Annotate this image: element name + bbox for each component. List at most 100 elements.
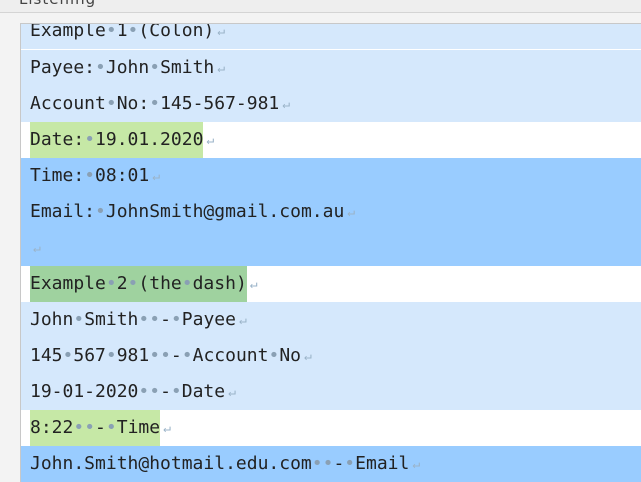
line-text: 19-01-2020••-•Date xyxy=(30,381,225,402)
document-line[interactable]: Example•1•(Colon) ↵ xyxy=(21,23,641,49)
document-editor[interactable]: Example•1•(Colon) ↵ Payee:•John•Smith ↵ Acco… xyxy=(20,23,641,482)
paragraph-mark-icon: ↵ xyxy=(33,241,41,256)
space-mark-icon: • xyxy=(170,381,182,402)
space-mark-icon: • xyxy=(105,93,117,114)
space-mark-icon: • xyxy=(149,93,161,114)
paragraph-mark-icon: ↵ xyxy=(217,24,226,39)
space-mark-icon: • xyxy=(84,165,96,186)
document-line[interactable]: Payee:•John•Smith ↵ xyxy=(21,50,641,86)
document-line[interactable]: Account•No:•145-567-981 ↵ xyxy=(21,86,641,122)
document-line[interactable]: 19-01-2020••-•Date ↵ xyxy=(21,374,641,410)
space-mark-icon: • xyxy=(84,417,96,438)
word: - xyxy=(160,381,171,402)
highlighted-text: Date:•19.01.2020 xyxy=(30,122,204,158)
space-mark-icon: • xyxy=(268,345,280,366)
document-line[interactable]: Date:•19.01.2020 ↵ xyxy=(21,122,641,158)
word: Account xyxy=(30,93,106,114)
word: No: xyxy=(116,93,150,114)
space-mark-icon: • xyxy=(149,57,161,78)
line-text: John•Smith••-•Payee xyxy=(30,309,236,330)
word: 19.01.2020 xyxy=(95,129,204,150)
word: 981 xyxy=(116,345,150,366)
word: 145 xyxy=(30,345,63,366)
space-mark-icon: • xyxy=(138,309,150,330)
word: - xyxy=(160,309,171,330)
space-mark-icon: • xyxy=(149,309,161,330)
word: Payee xyxy=(181,309,236,330)
paragraph-mark-icon: ↵ xyxy=(152,169,161,184)
space-mark-icon: • xyxy=(149,345,161,366)
paragraph-mark-icon: ↵ xyxy=(228,385,236,400)
word: - xyxy=(170,345,182,366)
document-line[interactable]: ↵ xyxy=(21,230,641,266)
word: John xyxy=(30,309,74,330)
highlighted-text: 8:22••-•Time xyxy=(30,410,161,446)
line-text: Time:•08:01 xyxy=(30,165,149,186)
word: Account xyxy=(192,345,269,366)
word: Time: xyxy=(30,165,85,186)
space-mark-icon: • xyxy=(127,273,139,294)
highlighted-text: Example•2•(the•dash) xyxy=(30,266,247,302)
document-line[interactable]: Email:•JohnSmith@gmail.com.au ↵ xyxy=(21,194,641,230)
word: - xyxy=(333,453,345,474)
document-line[interactable]: John•Smith••-•Payee ↵ xyxy=(21,302,641,338)
paragraph-mark-icon: ↵ xyxy=(217,61,226,76)
paragraph-mark-icon: ↵ xyxy=(304,349,312,364)
word: John xyxy=(105,57,150,78)
paragraph-mark-icon: ↵ xyxy=(249,277,258,292)
space-mark-icon: • xyxy=(62,345,74,366)
document-line[interactable]: Time:•08:01 ↵ xyxy=(21,158,641,194)
space-mark-icon: • xyxy=(95,57,106,78)
word: Payee: xyxy=(30,57,96,78)
line-text: Example•1•(Colon) xyxy=(30,23,215,41)
word: 08:01 xyxy=(95,165,150,186)
space-mark-icon: • xyxy=(73,309,85,330)
document-line[interactable]: Example•2•(the•dash) ↵ xyxy=(21,266,641,302)
word: 2 xyxy=(116,273,128,294)
paragraph-mark-icon: ↵ xyxy=(206,133,215,148)
document-line[interactable]: John.Smith@hotmail.edu.com••-•Email ↵ xyxy=(21,446,641,482)
space-mark-icon: • xyxy=(138,381,150,402)
space-mark-icon: • xyxy=(322,453,334,474)
word: 8:22 xyxy=(30,417,74,438)
word: Smith xyxy=(160,57,215,78)
word: Example xyxy=(30,23,106,41)
word: 19-01-2020 xyxy=(30,381,139,402)
space-mark-icon: • xyxy=(311,453,323,474)
space-mark-icon: • xyxy=(181,273,193,294)
space-mark-icon: • xyxy=(105,345,117,366)
word: Email xyxy=(355,453,410,474)
document-line[interactable]: 8:22••-•Time ↵ xyxy=(21,410,641,446)
space-mark-icon: • xyxy=(105,273,117,294)
word: Date xyxy=(181,381,226,402)
word: Email: xyxy=(30,201,96,222)
word: (Colon) xyxy=(138,23,215,41)
space-mark-icon: • xyxy=(95,201,106,222)
word: Example xyxy=(30,273,106,294)
word: 567 xyxy=(73,345,106,366)
paragraph-mark-icon: ↵ xyxy=(412,457,421,472)
space-mark-icon: • xyxy=(73,417,85,438)
line-text: Account•No:•145-567-981 xyxy=(30,93,279,114)
word: John.Smith@hotmail.edu.com xyxy=(30,453,312,474)
space-mark-icon: • xyxy=(105,417,117,438)
paragraph-mark-icon: ↵ xyxy=(347,205,356,220)
space-mark-icon: • xyxy=(84,129,96,150)
word: Date: xyxy=(30,129,85,150)
section-title: Listening xyxy=(19,0,96,8)
word: 145-567-981 xyxy=(160,93,280,114)
paragraph-mark-icon: ↵ xyxy=(282,97,291,112)
paragraph-mark-icon: ↵ xyxy=(238,313,247,328)
space-mark-icon: • xyxy=(160,345,171,366)
document-line[interactable]: 145•567•981••-•Account•No ↵ xyxy=(21,338,641,374)
space-mark-icon: • xyxy=(181,345,193,366)
line-text: 145•567•981••-•Account•No xyxy=(30,345,301,366)
line-text: Payee:•John•Smith xyxy=(30,57,214,78)
word: JohnSmith@gmail.com.au xyxy=(105,201,345,222)
line-text: John.Smith@hotmail.edu.com••-•Email xyxy=(30,453,409,474)
space-mark-icon: • xyxy=(170,309,182,330)
word: - xyxy=(95,417,106,438)
word: Smith xyxy=(84,309,139,330)
word: dash) xyxy=(192,273,247,294)
word: (the xyxy=(138,273,182,294)
